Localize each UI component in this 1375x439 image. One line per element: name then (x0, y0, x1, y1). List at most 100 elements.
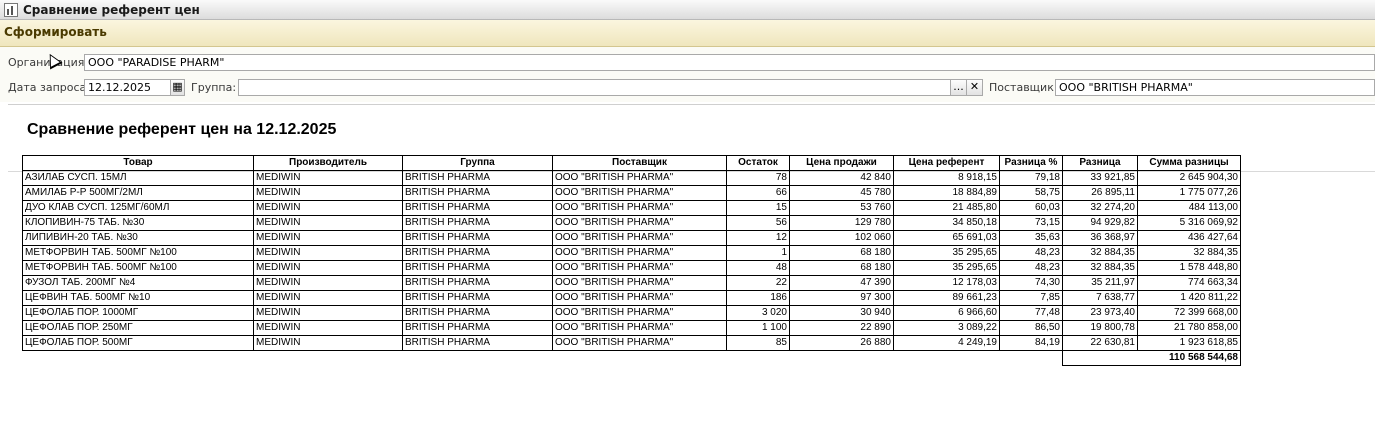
table-cell: MEDIWIN (253, 230, 403, 246)
table-cell: BRITISH PHARMA (402, 170, 553, 186)
table-cell: 21 780 858,00 (1137, 320, 1241, 336)
organization-field[interactable]: ООО "PARADISE PHARM" (84, 54, 1375, 71)
table-cell: 73,15 (999, 215, 1063, 231)
table-cell: BRITISH PHARMA (402, 335, 553, 351)
table-cell: 1 578 448,80 (1137, 260, 1241, 276)
table-cell: 186 (726, 290, 790, 306)
table-cell: 34 850,18 (893, 215, 1000, 231)
request-date-field[interactable]: 12.12.2025 (84, 79, 171, 96)
report-table: Товар Производитель Группа Поставщик Ост… (22, 155, 1241, 366)
parameters-form: Организация ООО "PARADISE PHARM" Дата за… (0, 47, 1375, 102)
table-cell: MEDIWIN (253, 170, 403, 186)
table-cell: BRITISH PHARMA (402, 275, 553, 291)
table-row: МЕТФОРВИН ТАБ. 500МГ №100 MEDIWIN BRITISH … (22, 245, 1241, 261)
table-cell: MEDIWIN (253, 335, 403, 351)
table-header-row: Товар Производитель Группа Поставщик Ост… (22, 155, 1241, 171)
table-cell: 22 890 (789, 320, 894, 336)
table-cell: 4 249,19 (893, 335, 1000, 351)
table-cell: 5 316 069,92 (1137, 215, 1241, 231)
table-cell: 30 940 (789, 305, 894, 321)
table-cell: 35 295,65 (893, 260, 1000, 276)
column-header: Остаток (726, 155, 790, 171)
table-cell: MEDIWIN (253, 290, 403, 306)
table-row: АМИЛАБ Р-Р 500МГ/2МЛ MEDIWIN BRITISH PHARM… (22, 185, 1241, 201)
table-cell: АЗИЛАБ СУСП. 15МЛ (22, 170, 254, 186)
table-cell: 32 274,20 (1062, 200, 1138, 216)
table-cell: ООО "BRITISH PHARMA" (552, 320, 727, 336)
table-cell: 77,48 (999, 305, 1063, 321)
table-cell: 12 (726, 230, 790, 246)
table-cell: 33 921,85 (1062, 170, 1138, 186)
supplier-field[interactable]: ООО "BRITISH PHARMA" (1055, 79, 1375, 96)
table-cell: MEDIWIN (253, 305, 403, 321)
clear-icon[interactable]: ✕ (966, 79, 983, 96)
table-cell: 72 399 668,00 (1137, 305, 1241, 321)
table-cell: ООО "BRITISH PHARMA" (552, 305, 727, 321)
table-cell: 8 918,15 (893, 170, 1000, 186)
table-row: ЛИПИВИН-20 ТАБ. №30 MEDIWIN BRITISH PHARMA… (22, 230, 1241, 246)
table-cell: МЕТФОРВИН ТАБ. 500МГ №100 (22, 260, 254, 276)
table-cell: 53 760 (789, 200, 894, 216)
table-cell: ЦЕФВИН ТАБ. 500МГ №10 (22, 290, 254, 306)
table-cell: 3 020 (726, 305, 790, 321)
table-cell: 86,50 (999, 320, 1063, 336)
table-cell: ООО "BRITISH PHARMA" (552, 335, 727, 351)
table-cell: ООО "BRITISH PHARMA" (552, 260, 727, 276)
column-header: Цена продажи (789, 155, 894, 171)
table-cell: BRITISH PHARMA (402, 320, 553, 336)
table-cell: 60,03 (999, 200, 1063, 216)
total-row: 110 568 544,68 (23, 350, 1241, 366)
table-cell: 22 630,81 (1062, 335, 1138, 351)
table-cell: 6 966,60 (893, 305, 1000, 321)
table-cell: ООО "BRITISH PHARMA" (552, 200, 727, 216)
table-row: МЕТФОРВИН ТАБ. 500МГ №100 MEDIWIN BRITISH … (22, 260, 1241, 276)
table-cell: BRITISH PHARMA (402, 215, 553, 231)
window-titlebar: Сравнение референт цен (0, 0, 1375, 20)
group-field[interactable] (238, 79, 951, 96)
table-cell: ООО "BRITISH PHARMA" (552, 170, 727, 186)
table-cell: ООО "BRITISH PHARMA" (552, 185, 727, 201)
table-cell: 102 060 (789, 230, 894, 246)
table-cell: 7 638,77 (1062, 290, 1138, 306)
table-cell: 19 800,78 (1062, 320, 1138, 336)
table-cell: 21 485,80 (893, 200, 1000, 216)
table-cell: 7,85 (999, 290, 1063, 306)
table-cell: BRITISH PHARMA (402, 230, 553, 246)
grand-total: 110 568 544,68 (1062, 350, 1241, 366)
table-cell: 65 691,03 (893, 230, 1000, 246)
table-cell: MEDIWIN (253, 275, 403, 291)
table-cell: 48,23 (999, 245, 1063, 261)
table-cell: 15 (726, 200, 790, 216)
report-icon (4, 2, 18, 17)
table-cell: ДУО КЛАВ СУСП. 125МГ/60МЛ (22, 200, 254, 216)
group-label: Группа: (191, 81, 237, 94)
table-cell: ФУЗОЛ ТАБ. 200МГ №4 (22, 275, 254, 291)
table-cell: BRITISH PHARMA (402, 245, 553, 261)
table-cell: 22 (726, 275, 790, 291)
table-cell: 35 211,97 (1062, 275, 1138, 291)
table-cell: BRITISH PHARMA (402, 260, 553, 276)
table-cell: 68 180 (789, 260, 894, 276)
table-cell: ООО "BRITISH PHARMA" (552, 230, 727, 246)
table-cell: ООО "BRITISH PHARMA" (552, 215, 727, 231)
table-cell: ООО "BRITISH PHARMA" (552, 275, 727, 291)
table-cell: ЦЕФОЛАБ ПОР. 500МГ (22, 335, 254, 351)
table-row: ЦЕФОЛАБ ПОР. 500МГ MEDIWIN BRITISH PHARMA О… (22, 335, 1241, 351)
select-group-button[interactable]: ... (950, 79, 967, 96)
table-row: ДУО КЛАВ СУСП. 125МГ/60МЛ MEDIWIN BRITISH … (22, 200, 1241, 216)
window-title: Сравнение референт цен (23, 2, 200, 17)
table-cell: КЛОПИВИН-75 ТАБ. №30 (22, 215, 254, 231)
table-cell: 74,30 (999, 275, 1063, 291)
request-date-label: Дата запроса (8, 81, 87, 94)
table-row: ФУЗОЛ ТАБ. 200МГ №4 MEDIWIN BRITISH PHARMA… (22, 275, 1241, 291)
table-cell: 48,23 (999, 260, 1063, 276)
table-cell: 42 840 (789, 170, 894, 186)
calendar-icon[interactable]: ▦ (170, 79, 185, 96)
column-header: Группа (402, 155, 553, 171)
column-header: Сумма разницы (1137, 155, 1241, 171)
table-cell: 26 880 (789, 335, 894, 351)
table-cell: 47 390 (789, 275, 894, 291)
table-cell: 3 089,22 (893, 320, 1000, 336)
generate-button[interactable]: Сформировать (4, 25, 107, 39)
table-cell: MEDIWIN (253, 320, 403, 336)
